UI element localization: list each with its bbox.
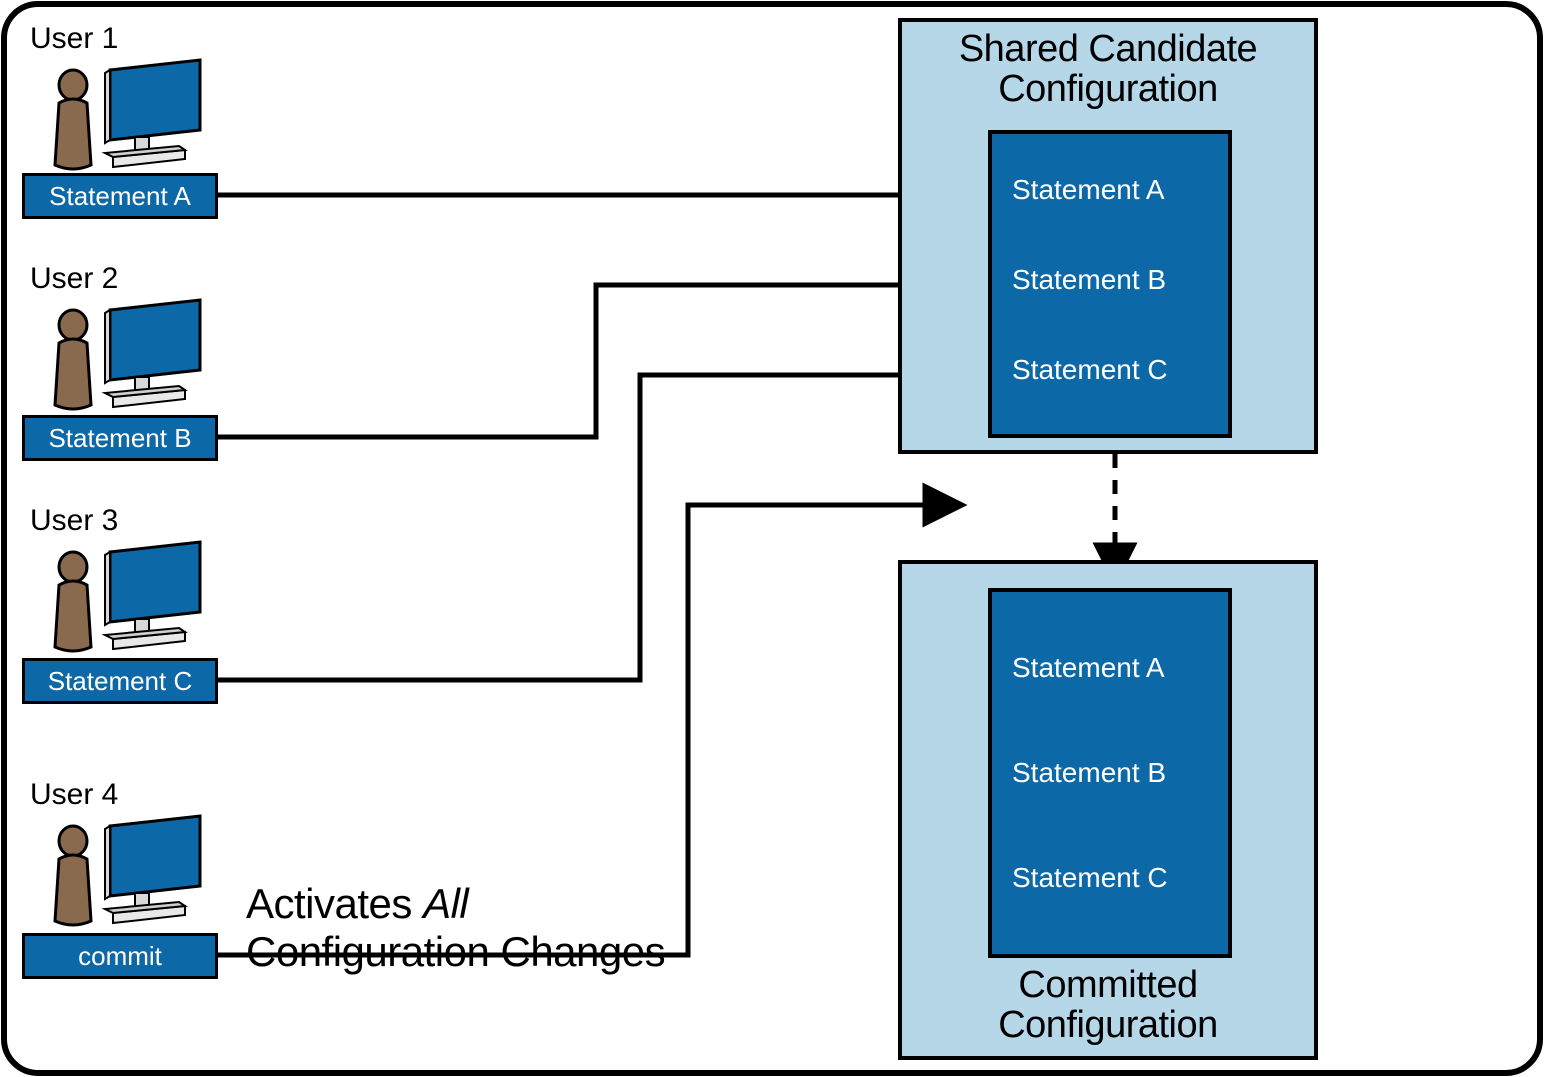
user-4-statement: commit (22, 933, 218, 979)
committed-stmt-b: Statement B (1012, 757, 1166, 789)
committed-title-line2: Configuration (998, 1004, 1218, 1046)
committed-inner-box: Statement A Statement B Statement C (988, 588, 1232, 958)
user-3-statement-text: Statement C (48, 666, 193, 697)
user-1-icon (35, 55, 215, 180)
user-1-statement-text: Statement A (49, 181, 191, 212)
user-4-statement-text: commit (78, 941, 162, 972)
shared-stmt-a: Statement A (1012, 174, 1165, 206)
diagram-canvas: User 1 Statement A User 2 (0, 0, 1544, 1077)
activates-line1-ital: All (423, 880, 468, 927)
shared-title-line2: Configuration (998, 68, 1218, 110)
user-4-icon (35, 811, 215, 936)
user-2-statement: Statement B (22, 415, 218, 461)
user-3-label: User 3 (30, 504, 118, 538)
activates-line2: Configuration Changes (246, 928, 665, 975)
committed-stmt-c: Statement C (1012, 862, 1168, 894)
shared-candidate-box: Shared Candidate Configuration Statement… (898, 18, 1318, 454)
shared-candidate-title: Shared Candidate Configuration (902, 30, 1314, 110)
activates-caption: Activates All Configuration Changes (246, 880, 665, 977)
user-2-label: User 2 (30, 262, 118, 296)
shared-stmt-b: Statement B (1012, 264, 1166, 296)
shared-title-line1: Shared Candidate (959, 28, 1257, 70)
committed-title: Committed Configuration (902, 966, 1314, 1046)
user-4-label: User 4 (30, 778, 118, 812)
user-1-statement: Statement A (22, 173, 218, 219)
user-3-icon (35, 537, 215, 662)
user-2-icon (35, 295, 215, 420)
committed-stmt-a: Statement A (1012, 652, 1165, 684)
activates-line1-pre: Activates (246, 880, 423, 927)
user-1-label: User 1 (30, 22, 118, 56)
user-2-statement-text: Statement B (48, 423, 191, 454)
shared-stmt-c: Statement C (1012, 354, 1168, 386)
user-3-statement: Statement C (22, 658, 218, 704)
committed-title-line1: Committed (1018, 964, 1197, 1006)
shared-inner-box: Statement A Statement B Statement C (988, 130, 1232, 438)
committed-box: Statement A Statement B Statement C Comm… (898, 560, 1318, 1060)
